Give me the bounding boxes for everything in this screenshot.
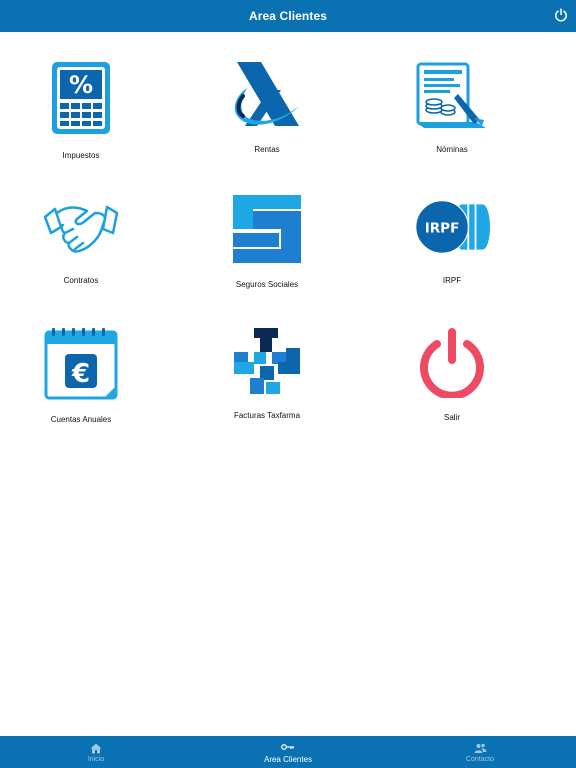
- handshake-icon: [43, 205, 119, 253]
- tile-label: Facturas Taxfarma: [233, 411, 301, 420]
- tile-salir[interactable]: Salir: [372, 298, 532, 422]
- tile-facturas-taxfarma[interactable]: Facturas Taxfarma: [187, 298, 347, 420]
- tile-label: Rentas: [254, 145, 280, 154]
- tile-seguros-sociales[interactable]: Seguros Sociales: [187, 165, 347, 289]
- tile-label: Cuentas Anuales: [50, 415, 112, 424]
- agencia-tributaria-icon: [234, 62, 301, 126]
- tile-label: Impuestos: [62, 151, 100, 160]
- calculator-percent-icon: %: [52, 62, 110, 134]
- tile-irpf[interactable]: IRPF IRPF: [372, 165, 532, 285]
- svg-text:€: €: [71, 359, 90, 389]
- bottom-tab-bar: Inicio Area Clientes Contacto: [0, 736, 576, 768]
- svg-text:%: %: [69, 71, 93, 99]
- tile-label: Contratos: [63, 276, 99, 285]
- home-icon: [90, 743, 102, 753]
- tab-label: Area Clientes: [263, 754, 313, 764]
- tile-label: Nóminas: [436, 145, 468, 154]
- irpf-icon-text: IRPF: [425, 220, 460, 236]
- app-header: Area Clientes: [0, 0, 576, 32]
- tab-contacto[interactable]: Contacto: [384, 736, 576, 768]
- logout-button[interactable]: [552, 6, 570, 24]
- irpf-coins-icon: IRPF: [415, 200, 490, 254]
- tile-nominas[interactable]: Nóminas: [372, 32, 532, 154]
- tile-label: Seguros Sociales: [235, 280, 299, 289]
- seguridad-social-icon: [233, 195, 301, 263]
- key-icon: [281, 744, 294, 750]
- tile-label: Salir: [443, 413, 460, 422]
- tile-cuentas-anuales[interactable]: € Cuentas Anuales: [1, 298, 161, 424]
- tile-rentas[interactable]: Rentas: [187, 32, 347, 154]
- payslip-coins-icon: [416, 62, 486, 128]
- euro-calendar-icon: €: [44, 328, 118, 400]
- tile-impuestos[interactable]: % Impuestos: [1, 32, 161, 160]
- tile-label: IRPF: [442, 276, 462, 285]
- contacts-icon: [474, 743, 486, 753]
- tab-label: Inicio: [87, 755, 105, 763]
- tab-inicio[interactable]: Inicio: [0, 736, 192, 768]
- power-icon: [420, 328, 484, 398]
- tab-label: Contacto: [465, 755, 495, 763]
- taxfarma-logo-icon: [234, 328, 300, 394]
- page-title: Area Clientes: [249, 9, 327, 23]
- tile-contratos[interactable]: Contratos: [1, 165, 161, 285]
- tab-area-clientes[interactable]: Area Clientes: [192, 736, 384, 768]
- power-icon: [555, 8, 567, 22]
